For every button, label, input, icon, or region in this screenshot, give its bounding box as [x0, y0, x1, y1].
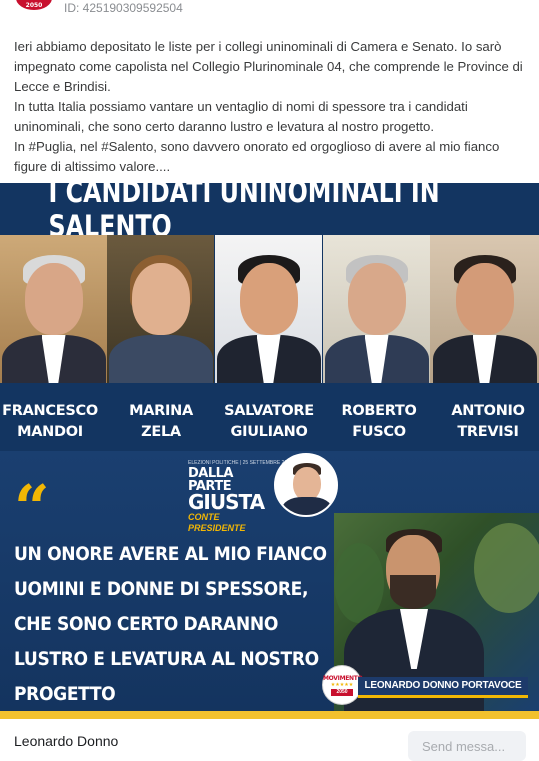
quote-text: UN ONORE AVERE AL MIO FIANCO UOMINI E DO… [14, 537, 344, 711]
send-message-button[interactable]: Send messa... [408, 731, 526, 761]
m5s-logo: MOVIMENTO ★★★★★ 2050 [322, 665, 363, 705]
m5s-logo-avatar[interactable]: 2050 [16, 0, 52, 10]
slogan-line: CONTE PRESIDENTE [188, 512, 246, 533]
post-image-banner[interactable]: I CANDIDATI UNINOMINALI IN SALENTO FRANC… [0, 183, 539, 711]
quote-line: UN ONORE AVERE AL MIO FIANCO [14, 543, 327, 565]
quote-line: PROGETTO [14, 683, 116, 705]
candidate-name: ROBERTO FUSCO [341, 403, 417, 440]
slogan-line: GIUSTA [188, 490, 265, 514]
conte-portrait [274, 453, 338, 517]
post-header: 2050 ID: 425190309592504 [0, 0, 539, 30]
candidate-photo [107, 235, 214, 383]
page-author-name[interactable]: Leonardo Donno [14, 733, 118, 749]
post-paragraph: In #Puglia, nel #Salento, sono davvero o… [14, 139, 500, 174]
post-paragraph: In tutta Italia possiamo vantare un vent… [14, 99, 468, 134]
candidate-name: MARINA ZELA [129, 403, 193, 440]
candidate-names: FRANCESCO MANDOI MARINA ZELA SALVATORE GIUL… [0, 401, 539, 445]
quote-line: LUSTRO E LEVATURA AL NOSTRO [14, 648, 319, 670]
banner-bottom-bar [0, 711, 539, 719]
quote-line: CHE SONO CERTO DARANNO [14, 613, 279, 635]
logo-year: 2050 [25, 2, 43, 9]
quote-line: UOMINI E DONNE DI SPESSORE, [14, 578, 309, 600]
campaign-slogan: ELEZIONI POLITICHE | 25 SETTEMBRE 2022 D… [188, 460, 293, 533]
m5s-logo-name: MOVIMENTO [323, 675, 363, 682]
candidate-name: SALVATORE GIULIANO [224, 403, 314, 440]
banner-title: I CANDIDATI UNINOMINALI IN SALENTO [48, 183, 440, 243]
m5s-logo-year: 2050 [331, 689, 353, 696]
candidate-photos [0, 235, 539, 383]
banner-quote-section: ELEZIONI POLITICHE | 25 SETTEMBRE 2022 D… [0, 451, 539, 711]
message-row: Leonardo Donno Send messa... [0, 719, 539, 761]
quote-mark-icon: “ [14, 471, 50, 544]
star-icons: ★★★★★ [330, 682, 354, 688]
post-id: ID: 425190309592504 [64, 1, 183, 15]
post-paragraph: Ieri abbiamo depositato le liste per i c… [14, 39, 523, 94]
candidate-photo [323, 235, 430, 383]
candidate-photo [430, 235, 539, 383]
candidate-name: ANTONIO TREVISI [451, 403, 525, 440]
candidate-name: FRANCESCO MANDOI [2, 403, 98, 440]
post-text: Ieri abbiamo depositato le liste per i c… [14, 37, 529, 177]
candidate-photo [215, 235, 322, 383]
name-tag: LEONARDO DONNO PORTAVOCE [358, 677, 528, 698]
candidate-photo [0, 235, 107, 383]
